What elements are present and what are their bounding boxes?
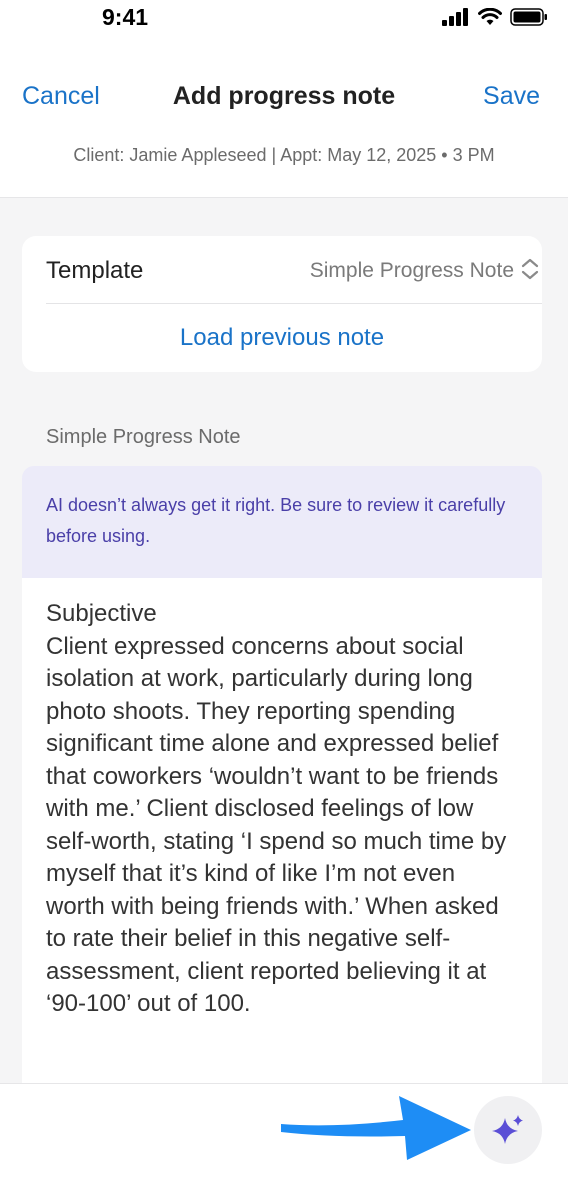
navigation-bar: Cancel Add progress note Save Client: Ja…: [0, 40, 568, 198]
note-heading: Subjective: [46, 600, 157, 627]
wifi-icon: [478, 8, 502, 25]
template-value: Simple Progress Note: [309, 259, 514, 282]
load-previous-note-button[interactable]: Load previous note: [22, 324, 542, 352]
section-heading: Simple Progress Note: [46, 426, 241, 448]
pointer-arrow-icon: [281, 1096, 471, 1160]
template-card: Template Simple Progress Note Load previ…: [22, 236, 542, 372]
template-label: Template: [46, 257, 144, 284]
battery-icon: [510, 8, 547, 26]
save-button[interactable]: Save: [483, 82, 540, 111]
chevron-up-down-icon: [521, 258, 539, 280]
note-body: Client expressed concerns about social i…: [46, 632, 507, 1018]
ai-disclaimer-text: AI doesn’t always get it right. Be sure …: [46, 495, 506, 546]
note-text-area[interactable]: Subjective Client expressed concerns abo…: [22, 578, 542, 1083]
cancel-button[interactable]: Cancel: [22, 82, 100, 111]
status-icons: [442, 8, 548, 26]
ai-assist-button[interactable]: [474, 1096, 542, 1164]
cellular-signal-icon: [442, 8, 468, 26]
status-time: 9:41: [102, 4, 149, 30]
template-selector[interactable]: Template Simple Progress Note: [46, 236, 542, 304]
status-bar: 9:41: [0, 0, 568, 40]
sparkle-ai-icon: [492, 1115, 523, 1144]
appointment-subtitle: Client: Jamie Appleseed | Appt: May 12, …: [73, 145, 495, 165]
ai-disclaimer-banner: AI doesn’t always get it right. Be sure …: [22, 466, 542, 578]
